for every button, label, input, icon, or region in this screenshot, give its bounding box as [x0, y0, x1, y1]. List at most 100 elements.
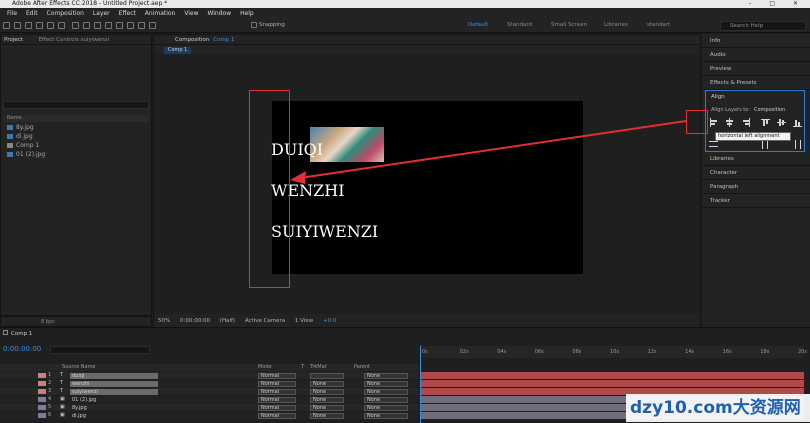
layer-name[interactable]: wenzhi [70, 380, 158, 387]
ruler-tick-label: 20s [798, 349, 807, 355]
layer-name[interactable]: suiyiwenzi [70, 388, 158, 395]
layer-number: 2 [48, 380, 52, 386]
ruler-tick-label: 18s [760, 349, 770, 355]
ruler-tick-label: 04s [497, 349, 507, 355]
align-bottom-icon[interactable] [793, 118, 803, 127]
layer-label-swatch[interactable] [38, 397, 46, 402]
layer-row[interactable]: 3 Tsuiyiwenzi Normal None None [0, 388, 418, 395]
layer-label-swatch[interactable] [38, 389, 46, 394]
timeline-column-header: Source Name Mode T TrkMat Parent [0, 364, 418, 371]
layer-mode-dropdown[interactable]: Normal [258, 396, 296, 403]
align-top-icon[interactable] [761, 118, 771, 127]
text-layer-icon: T [60, 380, 64, 386]
distribute-left-icon[interactable] [761, 140, 771, 149]
align-to-dropdown[interactable]: Composition [754, 107, 785, 113]
layer-duration-bar[interactable] [420, 372, 804, 379]
layer-number: 1 [48, 372, 52, 378]
layer-parent-dropdown[interactable]: None [364, 404, 408, 411]
ruler-tick-label: 06s [534, 349, 544, 355]
parent-column: Parent [354, 364, 371, 370]
ruler-tick-label: 16s [722, 349, 732, 355]
layer-number: 6 [48, 412, 52, 418]
audio-panel-tab[interactable]: Audio [702, 48, 810, 62]
layer-trkmat-dropdown[interactable]: None [310, 412, 344, 419]
image-layer-icon: ▣ [60, 412, 65, 418]
layer-label-swatch[interactable] [38, 373, 46, 378]
text-layer-icon: T [60, 388, 64, 394]
layer-mode-dropdown[interactable]: Normal [258, 412, 296, 419]
libraries-panel-tab[interactable]: Libraries [702, 152, 810, 166]
layer-trkmat-dropdown[interactable]: None [310, 388, 344, 395]
layer-mode-dropdown[interactable]: Normal [258, 380, 296, 387]
text-layer-icon: T [60, 372, 64, 378]
align-right-icon[interactable] [741, 118, 751, 127]
paragraph-panel-tab[interactable]: Paragraph [702, 180, 810, 194]
distribute-right-icon[interactable] [793, 140, 803, 149]
playhead[interactable] [420, 346, 421, 423]
effects-presets-panel-tab[interactable]: Effects & Presets [702, 76, 810, 90]
layer-mode-dropdown[interactable]: Normal [258, 372, 296, 379]
layer-parent-dropdown[interactable]: None [364, 396, 408, 403]
layer-mode-dropdown[interactable]: Normal [258, 388, 296, 395]
layer-label-swatch[interactable] [38, 413, 46, 418]
align-horizontal-center-icon[interactable] [725, 118, 735, 127]
timeline-current-time[interactable]: 0:00:00:00 [3, 345, 41, 353]
distribute-top-icon[interactable] [709, 140, 719, 149]
layer-label-swatch[interactable] [38, 381, 46, 386]
layer-name[interactable]: 01 (2).jpg [70, 397, 158, 403]
image-layer-icon: ▣ [60, 404, 65, 410]
timeline-tab-label: Comp 1 [11, 331, 33, 337]
layer-row[interactable]: 6 ▣ di.jpg Normal None None [0, 412, 418, 419]
layer-mode-dropdown[interactable]: Normal [258, 404, 296, 411]
layer-parent-dropdown[interactable]: None [364, 412, 408, 419]
info-panel-tab[interactable]: Info [702, 34, 810, 48]
pointer-arrow-head [290, 171, 306, 184]
ruler-tick-label: 0s [422, 349, 428, 355]
timeline-tab[interactable]: Comp 1 [3, 330, 32, 337]
align-left-tooltip: horizontal left alignment [715, 132, 791, 141]
align-vertical-center-icon[interactable] [777, 118, 787, 127]
layer-number: 5 [48, 404, 52, 410]
source-name-column: Source Name [62, 364, 96, 370]
layer-trkmat-dropdown[interactable]: None [310, 404, 344, 411]
site-watermark: dzy10.com大资源网 [626, 394, 810, 422]
t-column: T [301, 364, 305, 370]
layer-row[interactable]: 2 Twenzhi Normal None None [0, 380, 418, 387]
layer-name[interactable]: di.jpg [70, 413, 158, 419]
layer-name[interactable]: duiqi [70, 372, 158, 379]
align-left-highlight-box [686, 110, 708, 134]
layer-parent-dropdown[interactable]: None [364, 388, 408, 395]
ruler-tick-label: 14s [685, 349, 695, 355]
time-ruler[interactable]: 0s 02s 04s 06s 08s 10s 12s 14s 16s 18s 20s [420, 346, 807, 358]
tracker-panel-tab[interactable]: Tracker [702, 194, 810, 208]
layer-row[interactable]: 1 Tduiqi Normal None [0, 372, 418, 379]
align-to-label: Align Layers to: [711, 107, 750, 113]
layer-row[interactable]: 5 ▣ 8y.jpg Normal None None [0, 404, 418, 411]
layer-trkmat-dropdown[interactable] [310, 372, 344, 379]
ruler-tick-label: 12s [647, 349, 657, 355]
timeline-search-input[interactable] [50, 346, 150, 354]
align-panel: Align Align Layers to: Composition [705, 90, 805, 152]
character-panel-tab[interactable]: Character [702, 166, 810, 180]
align-left-icon[interactable] [709, 118, 719, 127]
layer-label-swatch[interactable] [38, 405, 46, 410]
mode-column: Mode [258, 364, 272, 370]
ruler-tick-label: 02s [459, 349, 469, 355]
image-layer-icon: ▣ [60, 396, 65, 402]
comp-tab-icon [3, 330, 8, 335]
pointer-arrow-line [299, 120, 687, 179]
right-panel-stack: Info Audio Preview Effects & Presets Lib… [702, 34, 810, 327]
layer-trkmat-dropdown[interactable]: None [310, 380, 344, 387]
layer-duration-bar[interactable] [420, 380, 804, 387]
layer-trkmat-dropdown[interactable]: None [310, 396, 344, 403]
layer-name[interactable]: 8y.jpg [70, 405, 158, 411]
preview-panel-tab[interactable]: Preview [702, 62, 810, 76]
ruler-tick-label: 10s [610, 349, 619, 355]
layer-row[interactable]: 4 ▣ 01 (2).jpg Normal None None [0, 396, 418, 403]
align-panel-title: Align [711, 94, 725, 100]
trkmat-column: TrkMat [310, 364, 327, 370]
layer-number: 4 [48, 396, 52, 402]
layer-parent-dropdown[interactable]: None [364, 372, 408, 379]
layer-parent-dropdown[interactable]: None [364, 380, 408, 387]
layer-number: 3 [48, 388, 52, 394]
